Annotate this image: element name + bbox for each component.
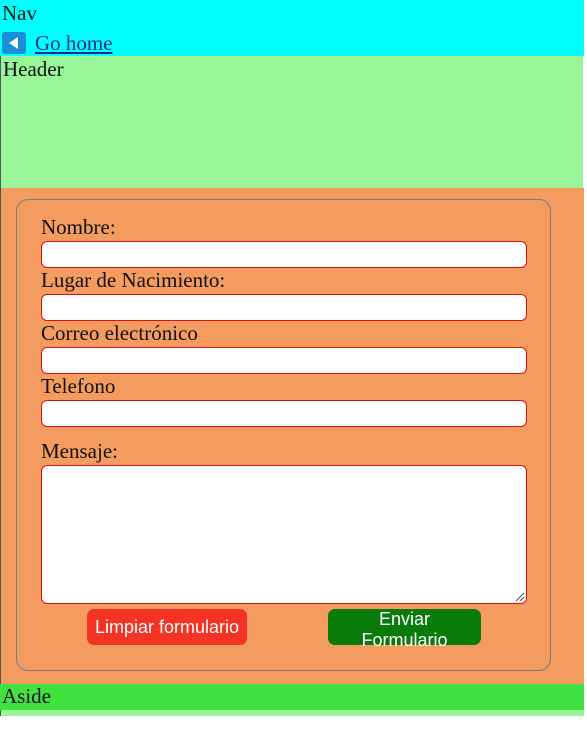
go-home-label[interactable]: Go home xyxy=(35,31,113,56)
email-label: Correo electrónico xyxy=(41,321,198,345)
contact-form: Nombre: Lugar de Nacimiento: Correo elec… xyxy=(16,199,551,671)
message-label: Mensaje: xyxy=(41,439,118,463)
clear-form-button[interactable]: Limpiar formulario xyxy=(87,609,247,645)
header-title: Header xyxy=(3,57,64,81)
back-arrow-icon xyxy=(2,32,26,54)
phone-label: Telefono xyxy=(41,374,116,398)
phone-input[interactable] xyxy=(41,400,527,427)
footer-strip xyxy=(0,710,584,716)
nav-title: Nav xyxy=(2,1,37,25)
name-label: Nombre: xyxy=(41,215,116,239)
aside-section: Aside xyxy=(0,684,584,710)
header-section: Header xyxy=(0,56,583,188)
send-form-button[interactable]: Enviar Formulario xyxy=(328,609,481,650)
aside-title: Aside xyxy=(2,684,51,708)
name-input[interactable] xyxy=(41,241,527,268)
resize-grip-icon[interactable] xyxy=(513,590,525,602)
birthplace-input[interactable] xyxy=(41,294,527,321)
go-home-link[interactable]: Go home xyxy=(2,30,113,56)
email-input[interactable] xyxy=(41,347,527,374)
birthplace-label: Lugar de Nacimiento: xyxy=(41,268,226,292)
message-textarea[interactable] xyxy=(41,465,527,604)
main-section: Nombre: Lugar de Nacimiento: Correo elec… xyxy=(0,188,584,684)
nav-section: Nav Go home xyxy=(0,0,584,56)
